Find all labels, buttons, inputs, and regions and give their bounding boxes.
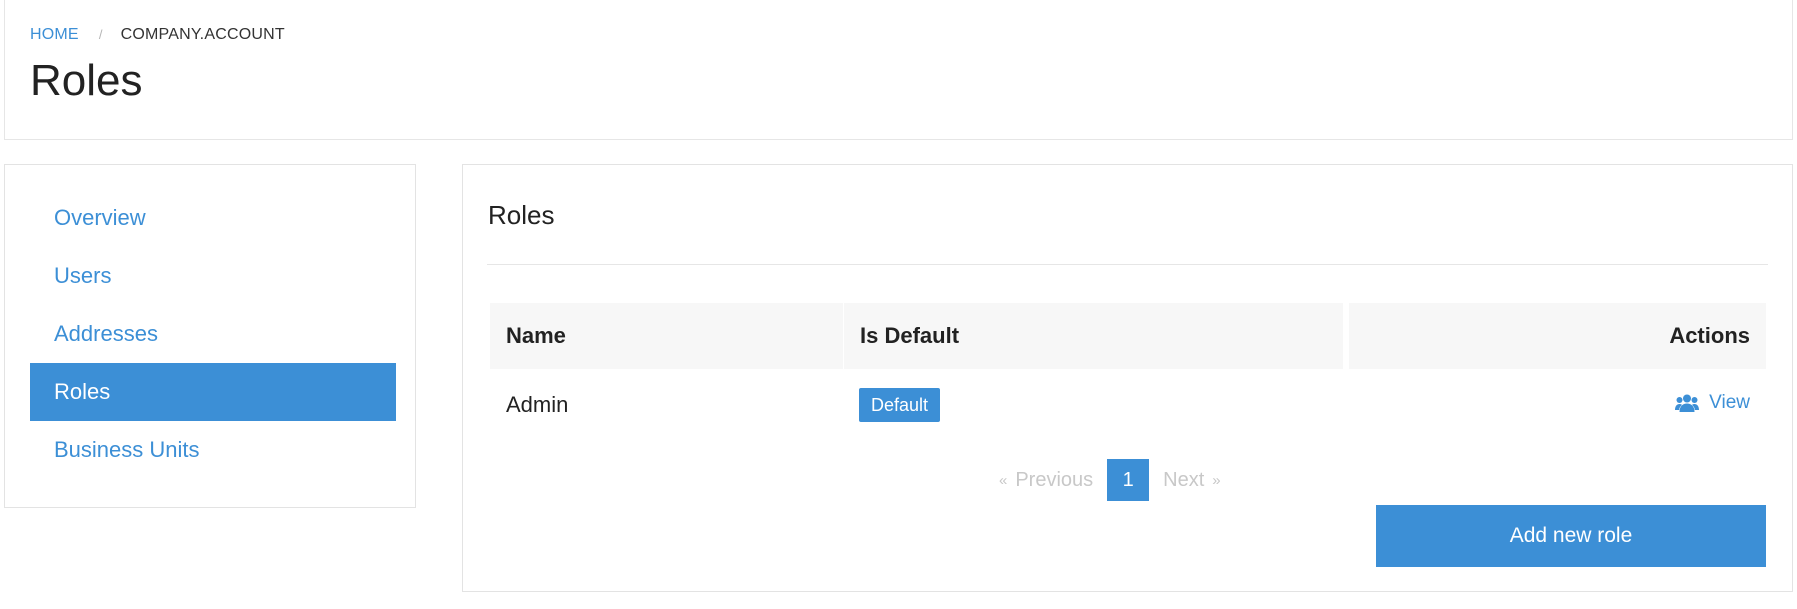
add-new-role-button[interactable]: Add new role: [1376, 505, 1766, 567]
column-header-actions: Actions: [1343, 303, 1766, 369]
role-name-cell: Admin: [506, 392, 569, 417]
breadcrumb-home-link[interactable]: HOME: [30, 26, 79, 43]
table-header-row: Name Is Default Actions: [490, 303, 1766, 369]
users-icon: [1675, 394, 1700, 412]
pagination-previous-label: Previous: [1015, 468, 1094, 491]
sidebar-item-business-units[interactable]: Business Units: [30, 421, 396, 479]
pagination-next-label: Next: [1163, 468, 1205, 491]
sidebar-item-overview[interactable]: Overview: [30, 189, 396, 247]
sidebar-item-roles[interactable]: Roles: [30, 363, 396, 421]
breadcrumb: HOME / COMPANY.ACCOUNT: [30, 26, 285, 44]
chevron-right-double-icon: »: [1212, 471, 1221, 489]
column-header-name[interactable]: Name: [490, 303, 843, 369]
is-default-cell: Default: [843, 388, 1343, 422]
sidebar-nav: Overview Users Addresses Roles Business …: [4, 164, 416, 508]
view-link-label: View: [1709, 391, 1750, 413]
view-role-link[interactable]: View: [1675, 392, 1750, 414]
pagination-next[interactable]: Next »: [1163, 469, 1220, 492]
breadcrumb-separator: /: [98, 27, 103, 42]
chevron-left-double-icon: «: [999, 471, 1008, 489]
divider: [487, 264, 1768, 265]
default-badge: Default: [859, 388, 941, 422]
actions-cell: View: [1343, 392, 1766, 419]
roles-table: Name Is Default Actions Admin Default Vi…: [490, 303, 1766, 441]
pagination-previous[interactable]: « Previous: [999, 469, 1093, 492]
sidebar-item-addresses[interactable]: Addresses: [30, 305, 396, 363]
table-row: Admin Default View: [490, 369, 1766, 441]
sidebar-item-users[interactable]: Users: [30, 247, 396, 305]
pagination-page-1[interactable]: 1: [1107, 459, 1150, 501]
panel-title: Roles: [488, 200, 555, 230]
page-header: HOME / COMPANY.ACCOUNT Roles: [4, 0, 1793, 140]
breadcrumb-current: COMPANY.ACCOUNT: [120, 26, 285, 43]
column-header-is-default[interactable]: Is Default: [843, 303, 1343, 369]
page-title: Roles: [30, 56, 143, 105]
